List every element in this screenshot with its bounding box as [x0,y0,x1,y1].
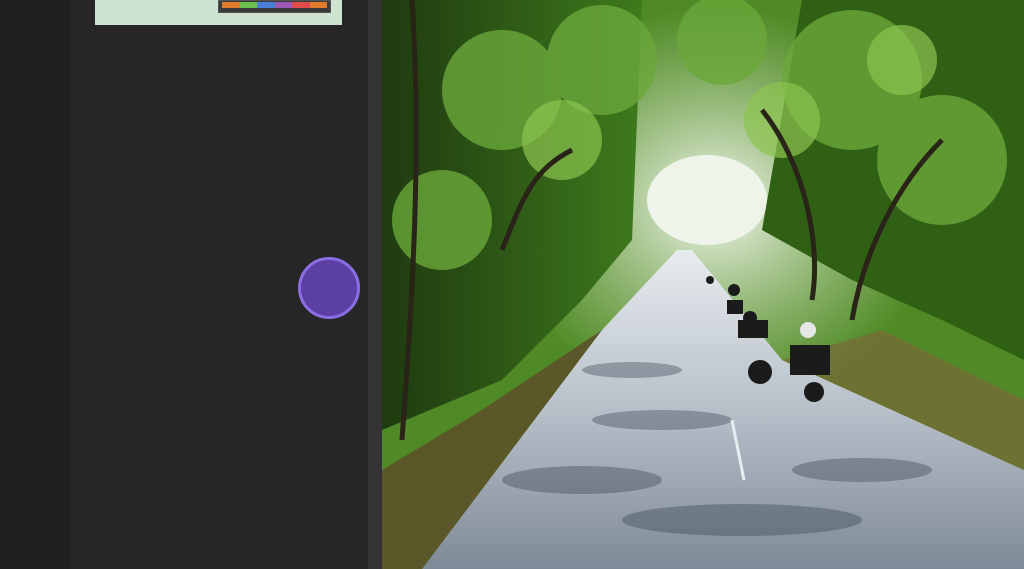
swatch-color [309,2,327,8]
panel-divider[interactable] [368,0,382,569]
swatch-color [257,2,275,8]
video-frame [382,0,1024,569]
left-rail [0,0,70,569]
swatch-color [292,2,310,8]
swatch-color [222,2,240,8]
swatch-color [239,2,257,8]
swatch-color [274,2,292,8]
video-preview [382,0,1024,569]
color-swatch-strip [218,0,331,13]
record-button[interactable] [298,257,360,319]
